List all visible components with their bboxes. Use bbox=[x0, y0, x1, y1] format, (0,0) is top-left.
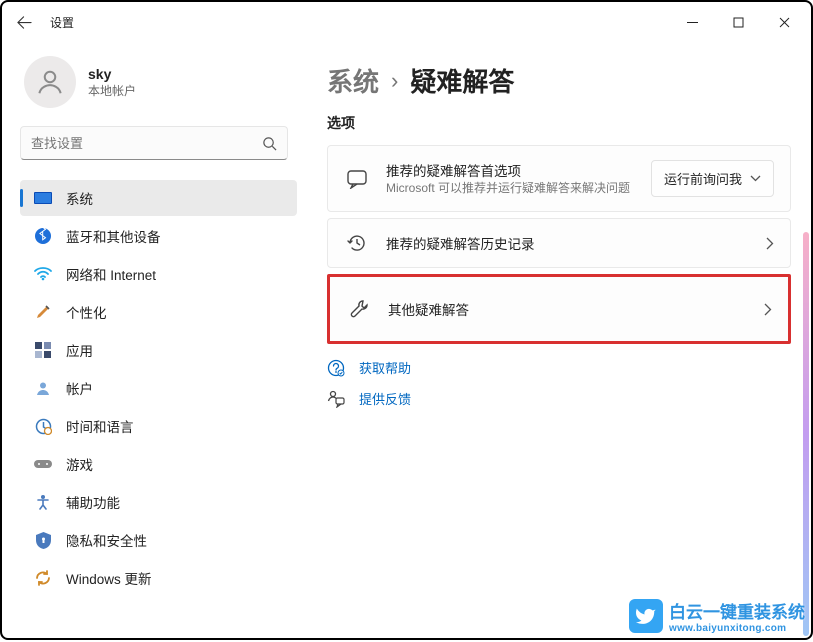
nav-item-privacy[interactable]: 隐私和安全性 bbox=[20, 522, 297, 558]
arrow-left-icon bbox=[17, 15, 32, 30]
shield-icon bbox=[34, 531, 52, 549]
watermark-text: 白云一键重装系统 bbox=[669, 598, 805, 623]
dropdown-value: 运行前询问我 bbox=[664, 169, 742, 188]
accounts-icon bbox=[34, 379, 52, 397]
watermark-badge bbox=[629, 599, 663, 633]
nav-label: 隐私和安全性 bbox=[66, 530, 147, 550]
minimize-icon bbox=[687, 17, 698, 28]
card-history[interactable]: 推荐的疑难解答历史记录 bbox=[327, 218, 791, 268]
title-bar: 设置 bbox=[2, 2, 811, 42]
nav-label: 应用 bbox=[66, 340, 93, 360]
card-other-troubleshooters[interactable]: 其他疑难解答 bbox=[327, 274, 791, 344]
bird-icon bbox=[635, 605, 657, 627]
minimize-button[interactable] bbox=[669, 7, 715, 37]
nav-item-windows-update[interactable]: Windows 更新 bbox=[20, 560, 297, 596]
breadcrumb-parent[interactable]: 系统 bbox=[327, 62, 379, 99]
update-icon bbox=[34, 569, 52, 587]
nav-label: 系统 bbox=[66, 188, 93, 208]
nav-list: 系统 蓝牙和其他设备 网络和 Internet 个性化 应用 帐户 bbox=[20, 180, 297, 596]
card-subtitle: Microsoft 可以推荐并运行疑难解答来解决问题 bbox=[386, 180, 636, 197]
watermark-url: www.baiyunxitong.com bbox=[669, 623, 805, 634]
accessibility-icon bbox=[34, 493, 52, 511]
chevron-right-icon bbox=[766, 237, 774, 250]
bluetooth-icon bbox=[34, 227, 52, 245]
nav-label: 蓝牙和其他设备 bbox=[66, 226, 161, 246]
card-title: 推荐的疑难解答历史记录 bbox=[386, 233, 766, 253]
preference-dropdown[interactable]: 运行前询问我 bbox=[651, 160, 774, 197]
nav-item-gaming[interactable]: 游戏 bbox=[20, 446, 297, 482]
card-title: 其他疑难解答 bbox=[388, 299, 764, 319]
history-icon bbox=[344, 233, 370, 253]
gamepad-icon bbox=[34, 455, 52, 473]
search-input[interactable] bbox=[31, 136, 262, 151]
wifi-icon bbox=[34, 265, 52, 283]
link-feedback: 提供反馈 bbox=[327, 389, 791, 408]
nav-label: 辅助功能 bbox=[66, 492, 120, 512]
card-title: 推荐的疑难解答首选项 bbox=[386, 160, 651, 180]
nav-label: 帐户 bbox=[66, 378, 93, 398]
avatar bbox=[24, 56, 76, 108]
user-name: sky bbox=[88, 66, 136, 82]
breadcrumb-current: 疑难解答 bbox=[410, 62, 514, 99]
app-title: 设置 bbox=[50, 14, 74, 31]
help-icon bbox=[327, 359, 345, 377]
breadcrumb: 系统 › 疑难解答 bbox=[327, 62, 791, 99]
feedback-icon bbox=[327, 390, 345, 408]
search-input-wrap[interactable] bbox=[20, 126, 288, 160]
close-icon bbox=[779, 17, 790, 28]
user-icon bbox=[35, 67, 65, 97]
user-account: 本地帐户 bbox=[88, 82, 136, 99]
brush-icon bbox=[34, 303, 52, 321]
breadcrumb-separator: › bbox=[391, 68, 398, 94]
user-profile[interactable]: sky 本地帐户 bbox=[24, 56, 297, 108]
section-options-label: 选项 bbox=[327, 113, 791, 133]
chevron-down-icon bbox=[750, 175, 761, 182]
window-controls bbox=[669, 7, 807, 37]
maximize-button[interactable] bbox=[715, 7, 761, 37]
help-links: 获取帮助 提供反馈 bbox=[327, 358, 791, 408]
apps-icon bbox=[34, 341, 52, 359]
link-get-help: 获取帮助 bbox=[327, 358, 791, 377]
nav-item-personalization[interactable]: 个性化 bbox=[20, 294, 297, 330]
chevron-right-icon bbox=[764, 303, 772, 316]
clock-globe-icon bbox=[34, 417, 52, 435]
nav-label: 个性化 bbox=[66, 302, 107, 322]
nav-item-network[interactable]: 网络和 Internet bbox=[20, 256, 297, 292]
nav-label: 游戏 bbox=[66, 454, 93, 474]
help-link[interactable]: 获取帮助 bbox=[359, 358, 411, 377]
nav-item-accounts[interactable]: 帐户 bbox=[20, 370, 297, 406]
nav-item-accessibility[interactable]: 辅助功能 bbox=[20, 484, 297, 520]
decorative-right-edge bbox=[803, 232, 809, 636]
nav-label: 网络和 Internet bbox=[66, 264, 156, 284]
back-button[interactable] bbox=[6, 4, 42, 40]
nav-item-apps[interactable]: 应用 bbox=[20, 332, 297, 368]
nav-item-bluetooth[interactable]: 蓝牙和其他设备 bbox=[20, 218, 297, 254]
main-content: 系统 › 疑难解答 选项 推荐的疑难解答首选项 Microsoft 可以推荐并运… bbox=[297, 42, 811, 642]
nav-label: Windows 更新 bbox=[66, 568, 152, 588]
system-icon bbox=[34, 189, 52, 207]
close-button[interactable] bbox=[761, 7, 807, 37]
sidebar: sky 本地帐户 系统 蓝牙和其他设备 网络和 Internet bbox=[2, 42, 297, 642]
nav-item-system[interactable]: 系统 bbox=[20, 180, 297, 216]
feedback-link[interactable]: 提供反馈 bbox=[359, 389, 411, 408]
nav-label: 时间和语言 bbox=[66, 416, 134, 436]
search-icon bbox=[262, 136, 277, 151]
chat-icon bbox=[344, 169, 370, 189]
watermark: 白云一键重装系统 www.baiyunxitong.com bbox=[629, 598, 805, 634]
card-recommended-preferences: 推荐的疑难解答首选项 Microsoft 可以推荐并运行疑难解答来解决问题 运行… bbox=[327, 145, 791, 212]
wrench-icon bbox=[346, 299, 372, 319]
maximize-icon bbox=[733, 17, 744, 28]
nav-item-time-language[interactable]: 时间和语言 bbox=[20, 408, 297, 444]
